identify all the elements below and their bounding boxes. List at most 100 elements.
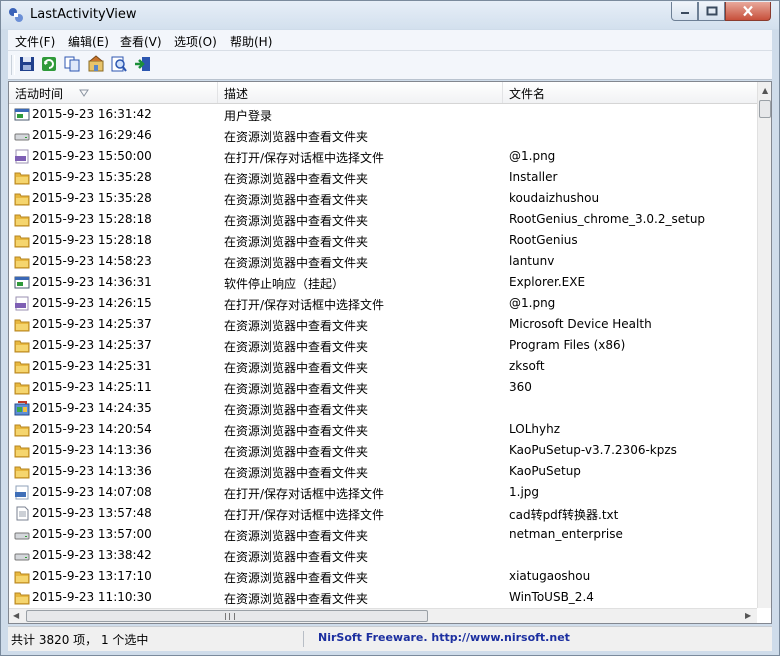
table-row[interactable]: 2015-9-23 16:31:42 用户登录 <box>9 104 757 125</box>
cell-description: 在资源浏览器中查看文件夹 <box>224 214 369 228</box>
cell-filename: RootGenius_chrome_3.0.2_setup <box>509 212 706 226</box>
cell-description: 在资源浏览器中查看文件夹 <box>224 130 369 144</box>
menu-options[interactable]: 选项(O) <box>174 33 217 50</box>
refresh-icon[interactable] <box>40 55 58 73</box>
table-row[interactable]: 2015-9-23 13:17:10 在资源浏览器中查看文件夹 xiatugaosh… <box>9 566 757 587</box>
drive-icon <box>14 128 30 143</box>
vertical-scrollbar[interactable]: ▲ <box>757 82 771 608</box>
menu-file[interactable]: 文件(F) <box>15 33 55 50</box>
drive-icon <box>14 548 30 563</box>
vertical-scroll-thumb[interactable] <box>759 100 771 118</box>
title-bar[interactable]: LastActivityView <box>1 1 779 29</box>
cell-filename: WinToUSB_2.4 <box>509 590 594 604</box>
table-row[interactable]: 2015-9-23 13:57:48 在打开/保存对话框中选择文件 cad转pdf转… <box>9 503 757 524</box>
status-count: 共计 3820 项， 1 个选中 <box>11 631 304 647</box>
cell-time: 2015-9-23 15:35:28 <box>32 170 152 184</box>
app-window: LastActivityView 文件(F) 编辑(E) 查看(V) 选项(O)… <box>0 0 780 656</box>
menu-view[interactable]: 查看(V) <box>120 33 162 50</box>
cell-time: 2015-9-23 14:20:54 <box>32 422 152 436</box>
maximize-button[interactable] <box>698 2 725 21</box>
nirsoft-link[interactable]: NirSoft Freeware. http://www.nirsoft.net <box>318 631 570 644</box>
properties-icon[interactable] <box>87 55 105 73</box>
cell-filename: 360 <box>509 380 532 394</box>
table-row[interactable]: 2015-9-23 14:26:15 在打开/保存对话框中选择文件 @1.png <box>9 293 757 314</box>
table-row[interactable]: 2015-9-23 13:57:00 在资源浏览器中查看文件夹 netman_ent… <box>9 524 757 545</box>
folder-icon <box>14 380 30 395</box>
menu-help[interactable]: 帮助(H) <box>230 33 272 50</box>
cell-time: 2015-9-23 14:36:31 <box>32 275 152 289</box>
horizontal-scrollbar[interactable]: ◀ ▶ <box>9 608 757 623</box>
minimize-icon <box>680 12 689 14</box>
table-row[interactable]: 2015-9-23 15:35:28 在资源浏览器中查看文件夹 Installer <box>9 167 757 188</box>
table-row[interactable]: 2015-9-23 15:28:18 在资源浏览器中查看文件夹 RootGenius… <box>9 209 757 230</box>
activity-list[interactable]: 活动时间 描述 文件名 2015-9-23 16:31:42 用户登录 2015-9… <box>8 81 772 624</box>
folder-icon <box>14 317 30 332</box>
cell-description: 在资源浏览器中查看文件夹 <box>224 445 369 459</box>
folder-icon <box>14 212 30 227</box>
cell-time: 2015-9-23 15:50:00 <box>32 149 152 163</box>
cell-description: 在资源浏览器中查看文件夹 <box>224 466 369 480</box>
cell-description: 在资源浏览器中查看文件夹 <box>224 319 369 333</box>
table-row[interactable]: 2015-9-23 13:38:42 在资源浏览器中查看文件夹 <box>9 545 757 566</box>
table-row[interactable]: 2015-9-23 14:25:31 在资源浏览器中查看文件夹 zksoft <box>9 356 757 377</box>
cell-filename: netman_enterprise <box>509 527 623 541</box>
close-button[interactable] <box>725 2 771 21</box>
cell-description: 在资源浏览器中查看文件夹 <box>224 361 369 375</box>
column-divider[interactable] <box>502 82 503 103</box>
cell-description: 用户登录 <box>224 109 273 123</box>
close-icon <box>743 5 753 17</box>
window-icon <box>14 107 30 122</box>
scroll-up-icon[interactable]: ▲ <box>762 86 768 95</box>
status-bar: 共计 3820 项， 1 个选中 NirSoft Freeware. http:… <box>8 626 772 651</box>
minimize-button[interactable] <box>671 2 698 21</box>
cell-time: 2015-9-23 13:57:48 <box>32 506 152 520</box>
cell-filename: 1.jpg <box>509 485 540 499</box>
exit-icon[interactable] <box>134 55 152 73</box>
table-row[interactable]: 2015-9-23 14:24:35 在资源浏览器中查看文件夹 <box>9 398 757 419</box>
cell-filename: xiatugaoshou <box>509 569 591 583</box>
cell-time: 2015-9-23 16:29:46 <box>32 128 152 142</box>
cell-filename: Installer <box>509 170 558 184</box>
cell-description: 在打开/保存对话框中选择文件 <box>224 508 385 522</box>
table-row[interactable]: 2015-9-23 16:29:46 在资源浏览器中查看文件夹 <box>9 125 757 146</box>
png-icon <box>14 149 30 164</box>
column-divider[interactable] <box>217 82 218 103</box>
table-row[interactable]: 2015-9-23 15:35:28 在资源浏览器中查看文件夹 koudaizhus… <box>9 188 757 209</box>
copy-icon[interactable] <box>63 55 81 73</box>
txt-icon <box>14 506 30 521</box>
menu-edit[interactable]: 编辑(E) <box>68 33 109 50</box>
cell-time: 2015-9-23 14:25:11 <box>32 380 152 394</box>
table-row[interactable]: 2015-9-23 14:13:36 在资源浏览器中查看文件夹 KaoPuSetup <box>9 461 757 482</box>
table-row[interactable]: 2015-9-23 14:25:37 在资源浏览器中查看文件夹 Microsoft … <box>9 314 757 335</box>
table-row[interactable]: 2015-9-23 15:50:00 在打开/保存对话框中选择文件 @1.png <box>9 146 757 167</box>
find-icon[interactable] <box>110 55 128 73</box>
column-header-time[interactable]: 活动时间 <box>15 85 63 102</box>
table-row[interactable]: 2015-9-23 14:20:54 在资源浏览器中查看文件夹 LOLhyhz <box>9 419 757 440</box>
cell-description: 在资源浏览器中查看文件夹 <box>224 382 369 396</box>
table-row[interactable]: 2015-9-23 15:28:18 在资源浏览器中查看文件夹 RootGenius <box>9 230 757 251</box>
save-icon[interactable] <box>18 55 36 73</box>
cell-description: 在打开/保存对话框中选择文件 <box>224 151 385 165</box>
table-row[interactable]: 2015-9-23 14:07:08 在打开/保存对话框中选择文件 1.jpg <box>9 482 757 503</box>
cell-description: 在打开/保存对话框中选择文件 <box>224 487 385 501</box>
column-header-file[interactable]: 文件名 <box>509 85 545 102</box>
table-row[interactable]: 2015-9-23 11:10:30 在资源浏览器中查看文件夹 WinToUSB_2… <box>9 587 757 608</box>
horizontal-scroll-thumb[interactable] <box>26 610 428 622</box>
scroll-right-icon[interactable]: ▶ <box>745 611 751 620</box>
cell-time: 2015-9-23 14:13:36 <box>32 443 152 457</box>
cell-filename: @1.png <box>509 149 556 163</box>
table-row[interactable]: 2015-9-23 14:36:31 软件停止响应（挂起） Explorer.EXE <box>9 272 757 293</box>
cell-time: 2015-9-23 14:25:31 <box>32 359 152 373</box>
folder-icon <box>14 569 30 584</box>
column-header-desc[interactable]: 描述 <box>224 85 248 102</box>
cell-filename: KaoPuSetup <box>509 464 581 478</box>
table-row[interactable]: 2015-9-23 14:25:11 在资源浏览器中查看文件夹 360 <box>9 377 757 398</box>
scroll-left-icon[interactable]: ◀ <box>13 611 19 620</box>
drive-icon <box>14 527 30 542</box>
cell-description: 在资源浏览器中查看文件夹 <box>224 592 369 606</box>
table-row[interactable]: 2015-9-23 14:13:36 在资源浏览器中查看文件夹 KaoPuSetup… <box>9 440 757 461</box>
table-row[interactable]: 2015-9-23 14:58:23 在资源浏览器中查看文件夹 lantunv <box>9 251 757 272</box>
grip-icon <box>225 613 235 620</box>
cell-description: 在资源浏览器中查看文件夹 <box>224 172 369 186</box>
table-row[interactable]: 2015-9-23 14:25:37 在资源浏览器中查看文件夹 Program Fi… <box>9 335 757 356</box>
